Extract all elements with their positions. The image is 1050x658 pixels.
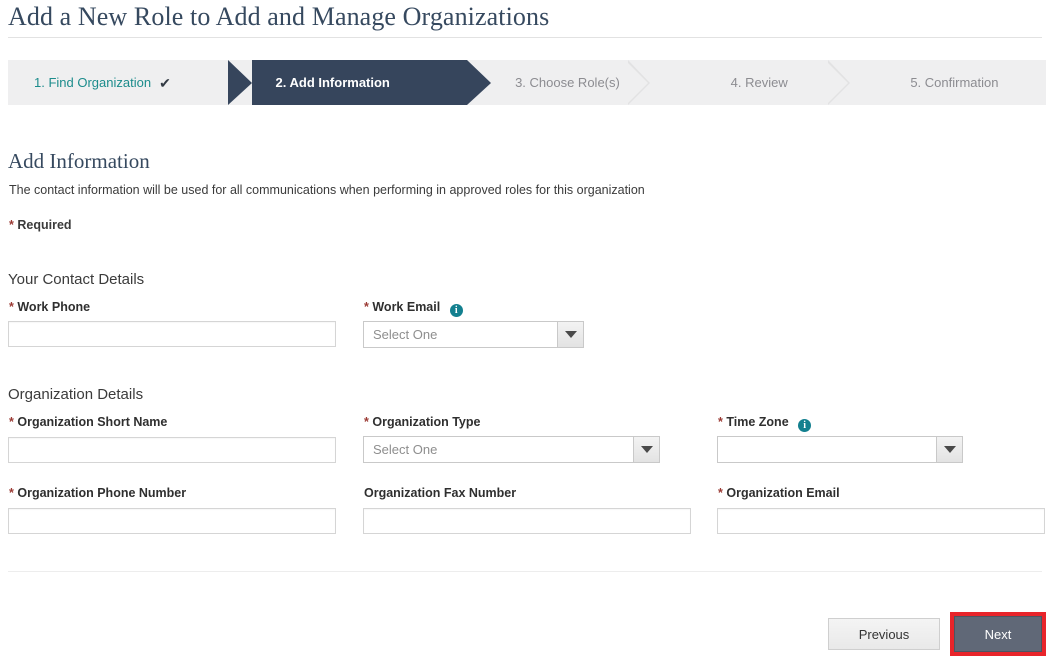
organization-short-name-label: * Organization Short Name — [9, 415, 167, 429]
section-heading: Add Information — [8, 149, 150, 174]
required-legend: * Required — [9, 218, 72, 232]
work-email-label-text: Work Email — [372, 300, 440, 314]
footer-divider — [8, 571, 1042, 572]
work-phone-label: * Work Phone — [9, 300, 90, 314]
organization-short-name-label-text: Organization Short Name — [17, 415, 167, 429]
work-email-label: * Work Email i — [364, 300, 463, 317]
page-title: Add a New Role to Add and Manage Organiz… — [8, 2, 549, 32]
organization-type-label-text: Organization Type — [372, 415, 480, 429]
organization-type-label: * Organization Type — [364, 415, 480, 429]
required-asterisk: * — [718, 415, 723, 429]
wizard-step-find-organization[interactable]: 1. Find Organization ✔ — [8, 60, 228, 105]
step-separator-chevron-icon — [828, 60, 850, 105]
wizard-step-3-label: 3. Choose Role(s) — [515, 75, 620, 90]
title-divider — [8, 37, 1042, 38]
organization-fax-label: Organization Fax Number — [364, 486, 516, 500]
organization-short-name-input[interactable] — [8, 437, 336, 463]
info-icon[interactable]: i — [450, 304, 463, 317]
organization-type-select-toggle[interactable] — [633, 437, 659, 462]
work-email-select[interactable]: Select One — [363, 321, 584, 348]
time-zone-label: * Time Zone i — [718, 415, 811, 432]
section-description: The contact information will be used for… — [9, 183, 645, 197]
required-asterisk: * — [9, 415, 14, 429]
wizard-step-add-information[interactable]: 2. Add Information — [228, 60, 468, 105]
chevron-down-icon — [641, 446, 653, 453]
required-asterisk: * — [9, 218, 14, 232]
organization-type-select-value: Select One — [364, 437, 633, 462]
wizard-step-2-label: 2. Add Information — [276, 75, 390, 90]
time-zone-label-text: Time Zone — [726, 415, 788, 429]
checkmark-icon: ✔ — [159, 76, 171, 90]
wizard-step-confirmation[interactable]: 5. Confirmation — [866, 60, 1046, 105]
work-email-select-value: Select One — [364, 322, 557, 347]
organization-fax-input[interactable] — [363, 508, 691, 534]
add-role-wizard-page: Add a New Role to Add and Manage Organiz… — [0, 0, 1050, 658]
organization-email-label: * Organization Email — [718, 486, 840, 500]
organization-phone-label-text: Organization Phone Number — [17, 486, 186, 500]
required-asterisk: * — [9, 486, 14, 500]
time-zone-select-value — [718, 437, 936, 462]
organization-fax-label-text: Organization Fax Number — [364, 486, 516, 500]
wizard-step-1-label: 1. Find Organization — [34, 75, 151, 90]
required-asterisk: * — [9, 300, 14, 314]
organization-email-label-text: Organization Email — [726, 486, 839, 500]
chevron-down-icon — [565, 331, 577, 338]
work-email-select-toggle[interactable] — [557, 322, 583, 347]
work-phone-input[interactable] — [8, 321, 336, 347]
time-zone-select-toggle[interactable] — [936, 437, 962, 462]
time-zone-select[interactable] — [717, 436, 963, 463]
next-button-highlight: Next — [950, 612, 1046, 656]
wizard-step-bar: 1. Find Organization ✔ 2. Add Informatio… — [8, 60, 1046, 105]
work-phone-label-text: Work Phone — [17, 300, 90, 314]
wizard-step-5-label: 5. Confirmation — [910, 75, 998, 90]
previous-button[interactable]: Previous — [828, 618, 940, 650]
wizard-step-choose-roles[interactable]: 3. Choose Role(s) — [467, 60, 687, 105]
organization-phone-label: * Organization Phone Number — [9, 486, 186, 500]
next-button[interactable]: Next — [954, 616, 1042, 652]
organization-type-select[interactable]: Select One — [363, 436, 660, 463]
organization-email-input[interactable] — [717, 508, 1045, 534]
organization-details-group-title: Organization Details — [8, 386, 143, 403]
required-legend-label: Required — [17, 218, 71, 232]
step-separator-chevron-icon — [628, 60, 650, 105]
required-asterisk: * — [364, 300, 369, 314]
required-asterisk: * — [364, 415, 369, 429]
required-asterisk: * — [718, 486, 723, 500]
organization-phone-input[interactable] — [8, 508, 336, 534]
chevron-down-icon — [944, 446, 956, 453]
contact-details-group-title: Your Contact Details — [8, 271, 144, 288]
wizard-step-4-label: 4. Review — [731, 75, 788, 90]
info-icon[interactable]: i — [798, 419, 811, 432]
